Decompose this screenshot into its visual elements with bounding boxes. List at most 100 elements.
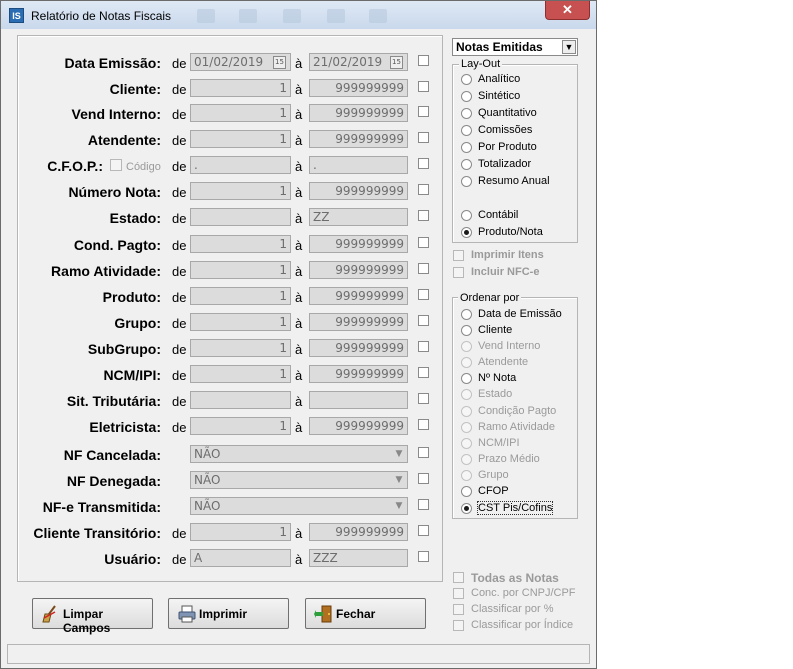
bottom-option-checkbox[interactable] <box>453 588 464 599</box>
order-radio[interactable] <box>461 486 472 497</box>
close-window-button[interactable]: ✕ <box>545 1 590 20</box>
to-input[interactable]: 999999999 <box>309 339 408 357</box>
from-word: de <box>172 133 187 148</box>
to-input[interactable]: 999999999 <box>309 523 408 541</box>
from-input[interactable]: 1 <box>190 313 291 331</box>
row-checkbox[interactable] <box>418 263 429 274</box>
row-checkbox[interactable] <box>418 289 429 300</box>
order-radio[interactable] <box>461 309 472 320</box>
to-input[interactable]: 999999999 <box>309 79 408 97</box>
calendar-icon[interactable]: 15 <box>390 56 403 69</box>
from-input[interactable]: 1 <box>190 523 291 541</box>
row-checkbox[interactable] <box>418 106 429 117</box>
order-radio[interactable] <box>461 341 472 352</box>
row-checkbox[interactable] <box>418 393 429 404</box>
select-field[interactable]: NÃO ▼ <box>190 471 408 489</box>
to-input[interactable]: 999999999 <box>309 182 408 200</box>
row-checkbox[interactable] <box>418 499 429 510</box>
print-option-checkbox[interactable] <box>453 250 464 261</box>
order-radio[interactable] <box>461 422 472 433</box>
from-input[interactable]: 1 <box>190 365 291 383</box>
row-checkbox[interactable] <box>418 551 429 562</box>
from-input[interactable]: 1 <box>190 261 291 279</box>
from-input[interactable]: 01/02/2019 15 <box>190 53 291 71</box>
from-input[interactable] <box>190 208 291 226</box>
select-field[interactable]: NÃO ▼ <box>190 445 408 463</box>
order-radio[interactable] <box>461 325 472 336</box>
from-input[interactable]: 1 <box>190 130 291 148</box>
row-checkbox[interactable] <box>418 132 429 143</box>
layout-radio[interactable] <box>461 125 472 136</box>
row-checkbox[interactable] <box>418 525 429 536</box>
layout-radio[interactable] <box>461 210 472 221</box>
from-input[interactable]: 1 <box>190 417 291 435</box>
order-radio[interactable] <box>461 373 472 384</box>
bottom-option-checkbox[interactable] <box>453 604 464 615</box>
from-input[interactable]: A <box>190 549 291 567</box>
clear-fields-button[interactable]: Limpar Campos <box>32 598 153 635</box>
calendar-icon[interactable]: 15 <box>273 56 286 69</box>
from-input[interactable]: 1 <box>190 182 291 200</box>
from-input[interactable]: 1 <box>190 104 291 122</box>
to-input[interactable]: . <box>309 156 408 174</box>
from-input[interactable]: 1 <box>190 79 291 97</box>
filter-label: Cliente Transitório: <box>33 525 161 541</box>
bottom-option-checkbox[interactable] <box>453 572 464 583</box>
row-checkbox[interactable] <box>418 419 429 430</box>
notes-type-select[interactable]: Notas Emitidas ▼ <box>452 38 578 56</box>
to-input[interactable]: ZZ <box>309 208 408 226</box>
to-input[interactable]: 999999999 <box>309 313 408 331</box>
row-checkbox[interactable] <box>418 341 429 352</box>
filter-row: NF Denegada: NÃO ▼ <box>1 471 441 491</box>
layout-radio[interactable] <box>461 108 472 119</box>
from-value: 1 <box>279 341 287 355</box>
row-checkbox[interactable] <box>418 237 429 248</box>
to-input[interactable]: 999999999 <box>309 287 408 305</box>
to-input[interactable]: 999999999 <box>309 417 408 435</box>
order-radio[interactable] <box>461 454 472 465</box>
print-button[interactable]: Imprimir <box>168 598 289 629</box>
row-checkbox[interactable] <box>418 158 429 169</box>
to-input[interactable]: 999999999 <box>309 104 408 122</box>
layout-radio[interactable] <box>461 74 472 85</box>
from-input[interactable] <box>190 391 291 409</box>
layout-radio[interactable] <box>461 159 472 170</box>
order-radio[interactable] <box>461 357 472 368</box>
layout-radio[interactable] <box>461 227 472 238</box>
to-input[interactable]: 999999999 <box>309 365 408 383</box>
to-input[interactable]: 999999999 <box>309 130 408 148</box>
order-radio[interactable] <box>461 470 472 481</box>
to-input[interactable] <box>309 391 408 409</box>
from-value: 01/02/2019 <box>194 55 264 69</box>
row-checkbox[interactable] <box>418 55 429 66</box>
order-radio[interactable] <box>461 389 472 400</box>
from-input[interactable]: . <box>190 156 291 174</box>
exit-button[interactable]: Fechar <box>305 598 426 629</box>
to-input[interactable]: 21/02/2019 15 <box>309 53 408 71</box>
select-field[interactable]: NÃO ▼ <box>190 497 408 515</box>
row-checkbox[interactable] <box>418 210 429 221</box>
layout-radio[interactable] <box>461 91 472 102</box>
from-input[interactable]: 1 <box>190 287 291 305</box>
row-checkbox[interactable] <box>418 473 429 484</box>
row-checkbox[interactable] <box>418 367 429 378</box>
from-input[interactable]: 1 <box>190 235 291 253</box>
order-radio[interactable] <box>461 438 472 449</box>
row-checkbox[interactable] <box>418 315 429 326</box>
print-option-checkbox[interactable] <box>453 267 464 278</box>
order-radio[interactable] <box>461 503 472 514</box>
to-input[interactable]: 999999999 <box>309 235 408 253</box>
to-input[interactable]: ZZZ <box>309 549 408 567</box>
order-radio[interactable] <box>461 406 472 417</box>
window-title: Relatório de Notas Fiscais <box>31 9 172 23</box>
row-checkbox[interactable] <box>418 447 429 458</box>
row-checkbox[interactable] <box>418 184 429 195</box>
bottom-option-checkbox[interactable] <box>453 620 464 631</box>
codigo-checkbox[interactable]: Código <box>110 159 161 173</box>
bottom-option-label: Todas as Notas <box>471 571 559 585</box>
layout-radio[interactable] <box>461 142 472 153</box>
from-input[interactable]: 1 <box>190 339 291 357</box>
layout-radio[interactable] <box>461 176 472 187</box>
row-checkbox[interactable] <box>418 81 429 92</box>
to-input[interactable]: 999999999 <box>309 261 408 279</box>
